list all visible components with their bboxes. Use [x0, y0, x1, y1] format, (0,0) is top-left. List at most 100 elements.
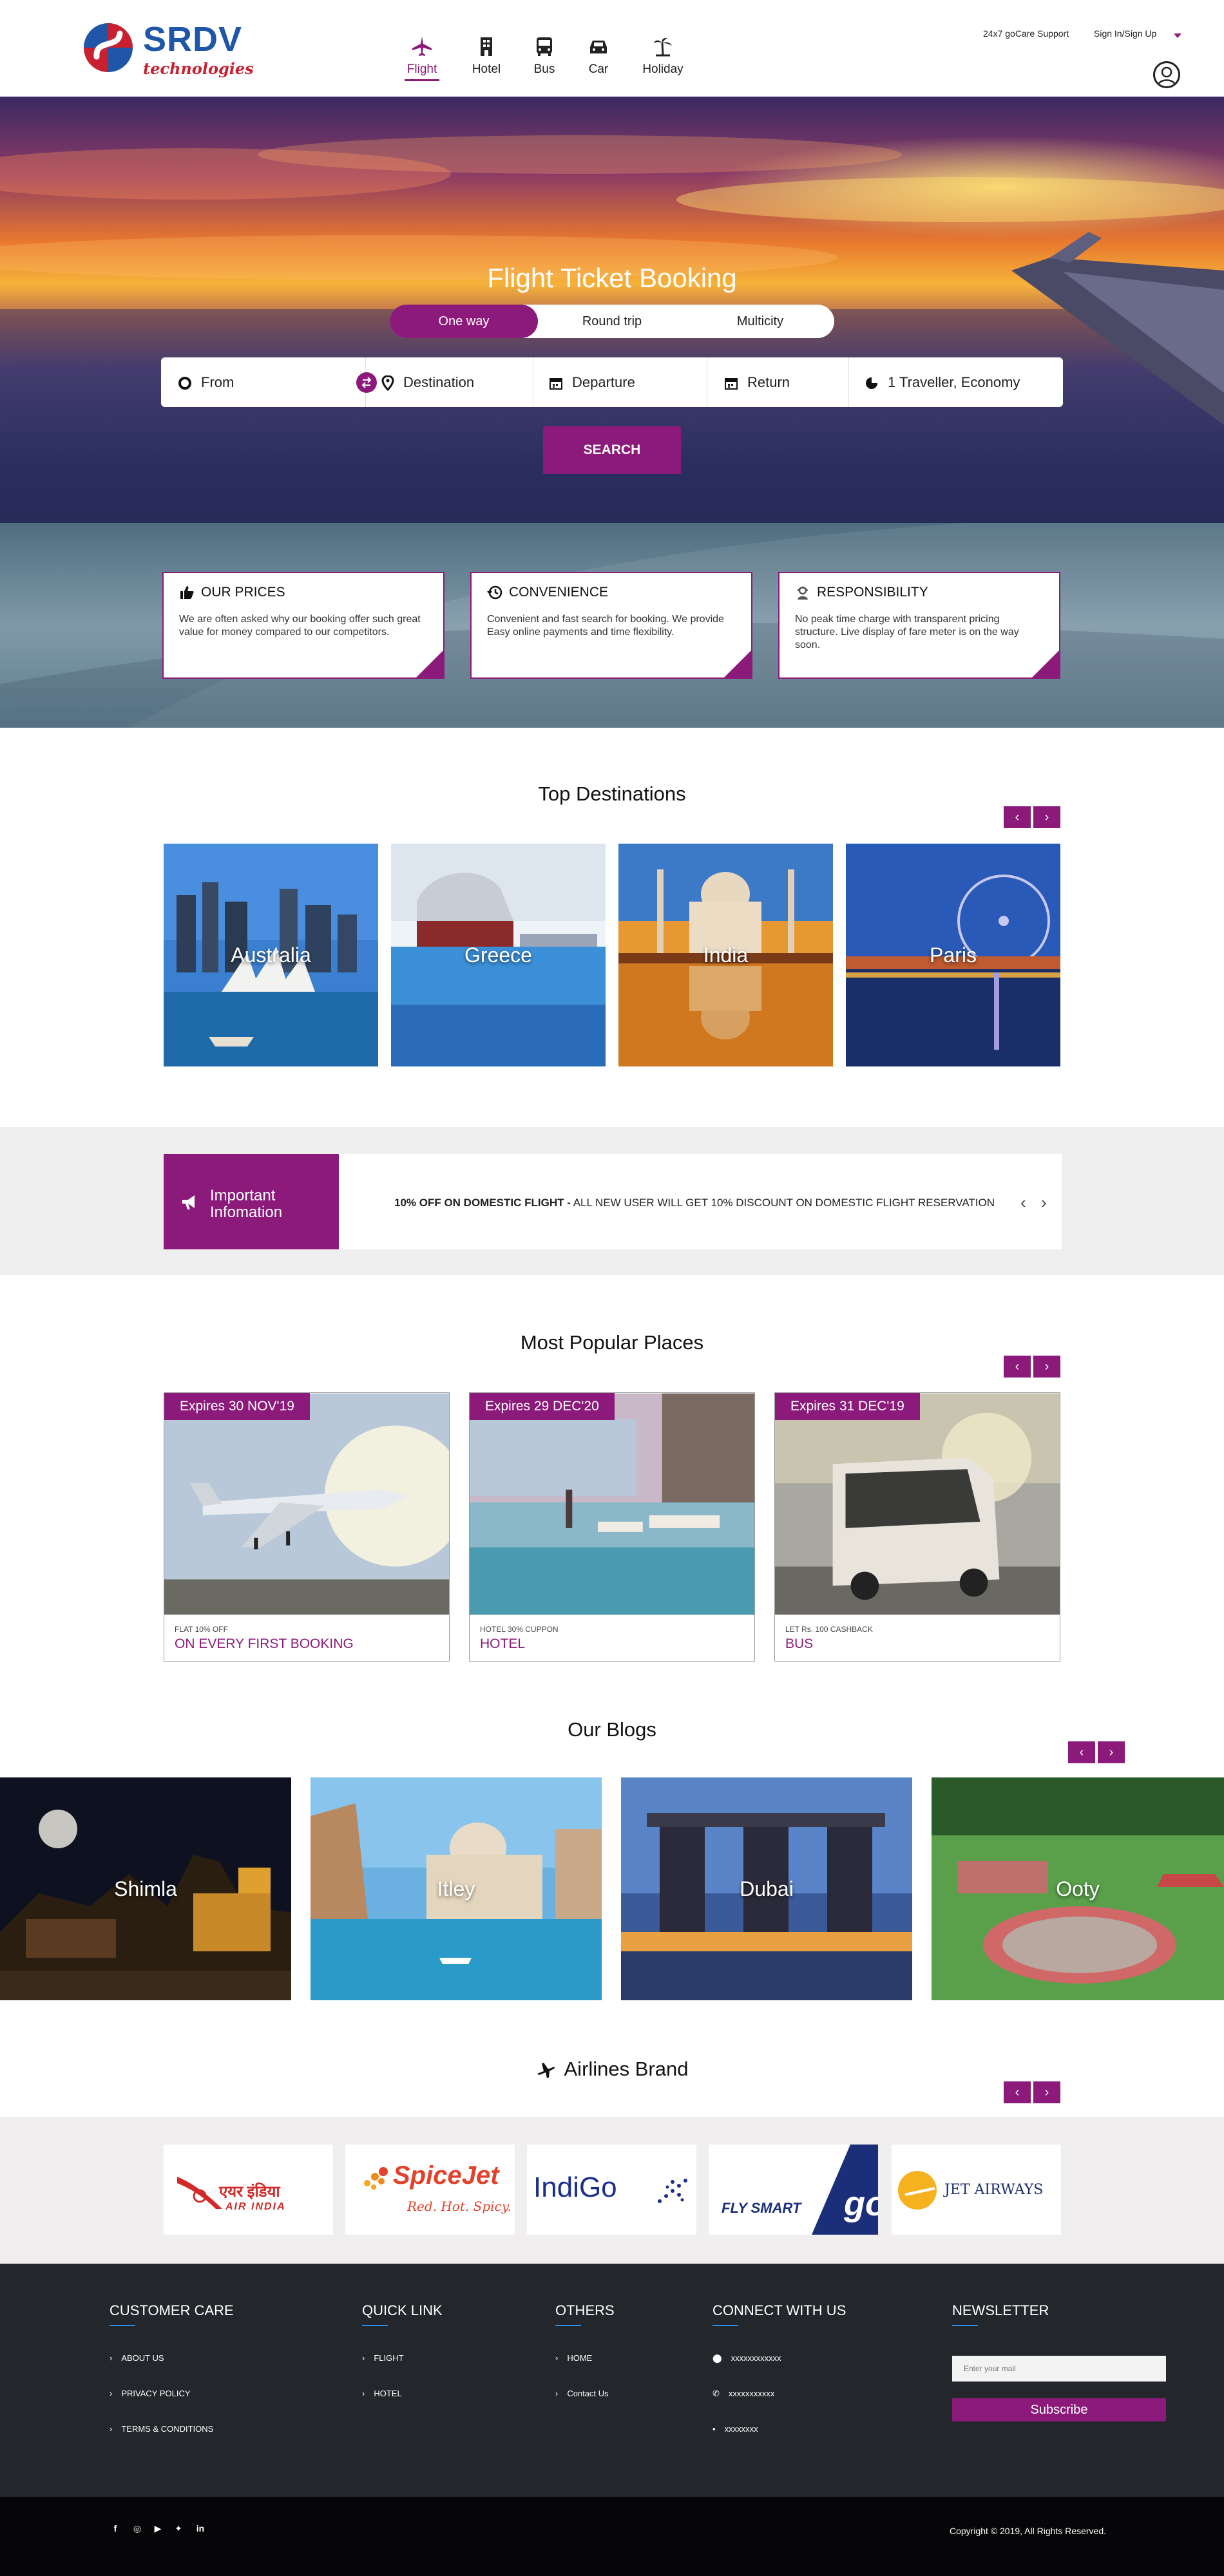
nav-label: Flight [406, 62, 437, 76]
footer-email[interactable]: ▪ xxxxxxxx [712, 2424, 758, 2434]
search-button[interactable]: SEARCH [543, 426, 681, 474]
offer-title: ON EVERY FIRST BOOKING [175, 1636, 354, 1651]
blog-shimla[interactable]: Shimla [0, 1777, 291, 2000]
newsletter-email-input[interactable] [952, 2356, 1166, 2382]
airline-goair[interactable]: go FLY SMART [709, 2145, 878, 2235]
spicejet-tagline: Red. Hot. Spicy. [407, 2199, 512, 2214]
blog-itley[interactable]: Itley [311, 1777, 602, 2000]
footer-link-home[interactable]: › HOME [555, 2353, 592, 2363]
nav-hotel[interactable]: Hotel [457, 35, 515, 77]
prev-arrow-icon[interactable]: ‹ [1004, 806, 1031, 828]
phone-icon: ✆ [712, 2389, 720, 2398]
destination-field[interactable]: Destination [381, 357, 533, 407]
logo-mark-icon[interactable] [82, 19, 134, 76]
trip-one-way[interactable]: One way [390, 305, 538, 338]
top-destinations-title: Top Destinations [538, 782, 686, 805]
location-pin-icon: ⬤ [712, 2353, 722, 2363]
info-prev-icon[interactable]: ‹ [1020, 1193, 1026, 1213]
twitter-icon[interactable]: ✦ [173, 2523, 184, 2535]
footer-link-privacy[interactable]: › PRIVACY POLICY [110, 2389, 191, 2398]
airline-air-india[interactable]: एयर इंडिया AIR INDIA [164, 2145, 333, 2235]
footer-connect-title: CONNECT WITH US [712, 2302, 846, 2318]
destination-paris[interactable]: Paris [846, 844, 1060, 1066]
airline-jet-airways[interactable]: JET AIRWAYS [892, 2145, 1061, 2235]
avatar[interactable] [1153, 61, 1180, 88]
offer-title: BUS [785, 1636, 814, 1651]
destination-australia[interactable]: Australia [164, 844, 378, 1066]
megaphone-icon [182, 1195, 195, 1209]
footer-address: ⬤ xxxxxxxxxxxx [712, 2353, 781, 2363]
card-corner [724, 650, 751, 677]
airlines-carousel-nav: ‹ › [1004, 2081, 1060, 2103]
popular-places-title: Most Popular Places [520, 1331, 704, 1354]
airlines-title: Airlines Brand [0, 2058, 1224, 2083]
feature-title: CONVENIENCE [487, 585, 608, 600]
airline-indigo[interactable]: IndiGo [527, 2145, 696, 2235]
blog-dubai[interactable]: Dubai [621, 1777, 912, 2000]
info-next-icon[interactable]: › [1041, 1193, 1047, 1213]
nav-label: Holiday [642, 62, 684, 76]
footer-link-hotel[interactable]: › HOTEL [362, 2389, 402, 2398]
instagram-icon[interactable]: ◎ [131, 2523, 143, 2535]
calendar-icon [550, 378, 562, 390]
footer-link-about[interactable]: › ABOUT US [110, 2353, 164, 2363]
next-arrow-icon[interactable]: › [1033, 2081, 1060, 2103]
departure-field[interactable]: Departure [549, 357, 707, 407]
blog-ooty[interactable]: Ooty [932, 1777, 1224, 2000]
return-field[interactable]: Return [724, 357, 849, 407]
nav-flight[interactable]: Flight [393, 35, 451, 77]
indigo-plane-dots-icon [658, 2179, 687, 2203]
popular-card-flight[interactable]: Expires 30 NOV'19 FLAT 10% OFF ON EVERY … [164, 1392, 450, 1662]
linkedin-icon[interactable]: in [195, 2523, 206, 2535]
trip-multicity[interactable]: Multicity [686, 305, 834, 338]
trip-round-trip[interactable]: Round trip [538, 305, 686, 338]
jet-airways-name: JET AIRWAYS [944, 2182, 1044, 2198]
subscribe-button[interactable]: Subscribe [952, 2398, 1166, 2421]
logo-text[interactable]: SRDV [143, 19, 242, 59]
hotel-pool-image [470, 1393, 754, 1615]
chevron-right-icon: › [555, 2353, 559, 2363]
chevron-right-icon: › [362, 2389, 365, 2398]
airline-spicejet[interactable]: SpiceJet Red. Hot. Spicy. [345, 2145, 515, 2235]
footer-others-title: OTHERS [555, 2302, 615, 2318]
feature-title: RESPONSIBILITY [795, 585, 928, 600]
blog-label: Ooty [1056, 1877, 1100, 1900]
prev-arrow-icon[interactable]: ‹ [1004, 1356, 1031, 1378]
footer-link-flight[interactable]: › FLIGHT [362, 2353, 404, 2363]
calendar-icon [725, 378, 738, 390]
next-arrow-icon[interactable]: › [1098, 1741, 1125, 1763]
info-badge-label: Important Infomation [210, 1187, 283, 1221]
history-icon [487, 586, 502, 600]
swap-icon [361, 377, 372, 388]
footer-phone[interactable]: ✆ xxxxxxxxxxx [712, 2389, 774, 2399]
nav-car[interactable]: Car [569, 35, 627, 77]
footer-quick-link-title: QUICK LINK [362, 2302, 443, 2318]
destination-label: Paris [930, 943, 977, 967]
blogs-title: Our Blogs [568, 1718, 656, 1741]
next-arrow-icon[interactable]: › [1033, 1356, 1060, 1378]
nav-bus[interactable]: Bus [515, 35, 573, 77]
prev-arrow-icon[interactable]: ‹ [1068, 1741, 1095, 1763]
destination-india[interactable]: India [618, 844, 833, 1066]
feature-title: OUR PRICES [179, 585, 285, 600]
travellers-field[interactable]: 1 Traveller, Economy [865, 357, 1058, 407]
facebook-icon[interactable]: f [110, 2523, 121, 2535]
support-link[interactable]: 24x7 goCare Support [983, 28, 1069, 39]
copyright-text: Copyright © 2019, All Rights Reserved. [950, 2526, 1106, 2536]
signin-link[interactable]: Sign In/Sign Up [1094, 28, 1156, 39]
footer-link-terms[interactable]: › TERMS & CONDITIONS [110, 2424, 213, 2434]
nav-holiday[interactable]: Holiday [634, 35, 692, 77]
next-arrow-icon[interactable]: › [1033, 806, 1060, 828]
destination-label: Australia [231, 943, 311, 967]
popular-card-hotel[interactable]: Expires 29 DEC'20 HOTEL 30% CUPPON HOTEL [469, 1392, 755, 1662]
prev-arrow-icon[interactable]: ‹ [1004, 2081, 1031, 2103]
logo-tagline: technologies [143, 59, 254, 78]
from-field[interactable]: From [178, 357, 366, 407]
offer-subtitle: LET Rs. 100 CASHBACK [785, 1625, 873, 1634]
popular-card-bus[interactable]: Expires 31 DEC'19 LET Rs. 100 CASHBACK B… [774, 1392, 1060, 1662]
destination-greece[interactable]: Greece [391, 844, 606, 1066]
youtube-icon[interactable]: ▶ [152, 2523, 164, 2535]
chevron-down-icon[interactable] [1174, 33, 1181, 38]
footer-link-contact[interactable]: › Contact Us [555, 2389, 609, 2398]
swap-button[interactable] [356, 372, 377, 393]
